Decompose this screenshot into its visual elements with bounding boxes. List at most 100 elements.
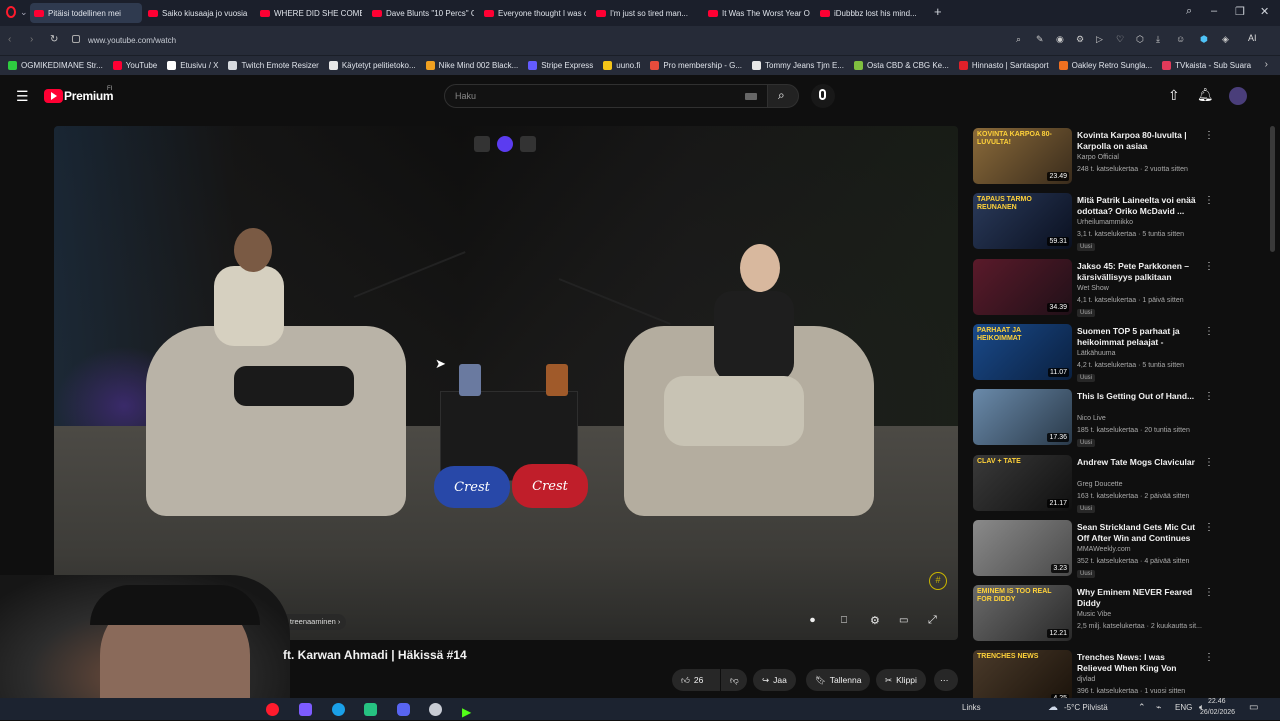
ai-button[interactable]: AI	[1248, 33, 1257, 43]
site-info-icon[interactable]	[72, 35, 80, 43]
new-tab-plus-icon[interactable]: +	[934, 4, 942, 19]
video-thumbnail[interactable]: 34.39	[973, 258, 1072, 315]
edit-icon[interactable]: ✎	[1036, 34, 1044, 45]
app3-taskbar-icon[interactable]: ▶	[462, 703, 475, 719]
recommendation-title[interactable]: Mitä Patrik Laineelta voi enää odottaa? …	[1077, 195, 1197, 217]
clock-time[interactable]: 22.46	[1208, 698, 1226, 705]
network-icon[interactable]: ⌁	[1156, 702, 1161, 713]
notifications-bell-icon[interactable]: 🔔︎	[1197, 87, 1214, 103]
video-player[interactable]: Crest Crest ➤ ja treenaaminen › # ⏺ ⎕ ⚙ …	[54, 126, 958, 640]
bookmark-item[interactable]: uuno.fi	[603, 61, 640, 70]
recommendation-item[interactable]: TAPAUS TARMO REUNANEN 59.31 Mitä Patrik La…	[973, 193, 1273, 253]
recommendation-title[interactable]: This Is Getting Out of Hand...	[1077, 391, 1197, 402]
channel-name[interactable]: Music Vibe	[1077, 611, 1111, 618]
heart-icon[interactable]: ♡	[1116, 34, 1124, 45]
fullscreen-icon[interactable]: ⤢	[928, 614, 937, 627]
bookmark-item[interactable]: Twitch Emote Resizer	[228, 61, 319, 70]
recommendation-title[interactable]: Why Eminem NEVER Feared Diddy	[1077, 587, 1197, 609]
overlay-record-button[interactable]	[520, 136, 536, 152]
channel-name[interactable]: djvlad	[1077, 676, 1095, 683]
more-options-icon[interactable]: ⋮	[1204, 326, 1214, 337]
clock-date[interactable]: 26/02/2026	[1200, 709, 1235, 716]
language-indicator[interactable]: ENG	[1175, 703, 1192, 712]
notification-center-icon[interactable]: ▭	[1249, 702, 1258, 713]
youtube-logo-icon[interactable]	[44, 89, 63, 103]
bookmark-item[interactable]: TVkaista - Sub Suara	[1162, 61, 1251, 70]
recommendation-item[interactable]: PARHAAT JA HEIKOIMMAT 11.07 Suomen TOP 5 p…	[973, 323, 1273, 384]
recommendation-item[interactable]: CLAV + TATE 21.17 Andrew Tate Mogs Clavicu…	[973, 454, 1273, 515]
tab[interactable]: WHERE DID SHE COME FI	[256, 3, 362, 23]
recommendation-title[interactable]: Jakso 45: Pete Parkkonen – kärsivällisyy…	[1077, 261, 1197, 283]
wallet-icon[interactable]: ◈	[1222, 34, 1229, 45]
subtitles-icon[interactable]: ⎕	[841, 615, 847, 626]
video-thumbnail[interactable]: TAPAUS TARMO REUNANEN 59.31	[973, 193, 1072, 250]
discord-taskbar-icon[interactable]	[397, 703, 410, 716]
settings-icon[interactable]: ⚙	[1076, 34, 1084, 45]
opera-taskbar-icon[interactable]	[266, 703, 279, 716]
channel-name[interactable]: MMAWeekly.com	[1077, 546, 1131, 553]
more-options-icon[interactable]: ⋮	[1204, 130, 1214, 141]
bookmark-item[interactable]: Pro membership - G...	[650, 61, 742, 70]
tab-active[interactable]: Pitäisi todellinen mei	[30, 3, 142, 23]
snapshot-icon[interactable]: ◉	[1056, 34, 1064, 45]
channel-name[interactable]: Urheilumammikko	[1077, 219, 1133, 226]
bookmark-item[interactable]: Etusivu / X	[167, 61, 218, 70]
dislike-button[interactable]: 👎︎	[721, 669, 747, 691]
tab[interactable]: Saiko kiusaaja jo vuosia K	[144, 3, 250, 23]
like-button[interactable]: 👍︎ 26	[672, 669, 720, 691]
tab[interactable]: Dave Blunts "10 Percs" CO	[368, 3, 474, 23]
channel-name[interactable]: Wet Show	[1077, 285, 1109, 292]
bookmark-item[interactable]: Hinnasto | Santasport	[958, 61, 1049, 70]
tab-search-icon[interactable]: ⌄	[20, 7, 28, 18]
close-window-icon[interactable]: ✕	[1260, 5, 1269, 18]
recommendation-title[interactable]: Trenches News: I was Relieved When King …	[1077, 652, 1197, 675]
more-options-icon[interactable]: ⋮	[1204, 587, 1214, 598]
app2-taskbar-icon[interactable]	[429, 703, 442, 716]
zoom-icon[interactable]: ⌕	[1016, 34, 1021, 45]
upload-icon[interactable]: ⇧	[1168, 87, 1180, 104]
download-icon[interactable]: ⤓	[1156, 34, 1160, 45]
recommendation-item[interactable]: EMINEM IS TOO REAL FOR DIDDY 12.21 Why Emi…	[973, 585, 1273, 645]
recommendation-title[interactable]: Sean Strickland Gets Mic Cut Off After W…	[1077, 522, 1197, 544]
theater-mode-icon[interactable]: ▭	[899, 615, 908, 626]
edge-taskbar-icon[interactable]	[332, 703, 345, 716]
bookmark-item[interactable]: Oakley Retro Sungla...	[1058, 61, 1152, 70]
search-button[interactable]: ⌕	[767, 84, 799, 108]
url-field[interactable]: www.youtube.com/watch	[88, 33, 1188, 49]
opera-logo-icon[interactable]	[6, 6, 16, 18]
app-taskbar-icon[interactable]	[299, 703, 312, 716]
tab[interactable]: Everyone thought I was cr	[480, 3, 586, 23]
tray-chevron-icon[interactable]: ⌃	[1138, 702, 1146, 713]
more-options-icon[interactable]: ⋮	[1204, 652, 1214, 663]
sidebar-scrollbar[interactable]	[1270, 126, 1275, 252]
menu-icon[interactable]: ☰	[16, 88, 29, 105]
recommendation-item[interactable]: 34.39 Jakso 45: Pete Parkkonen – kärsiväl…	[973, 258, 1273, 319]
more-options-icon[interactable]: ⋮	[1204, 391, 1214, 402]
recommendation-title[interactable]: Andrew Tate Mogs Clavicular	[1077, 457, 1197, 468]
play-icon[interactable]: ▷	[1096, 34, 1103, 45]
tab[interactable]: iDubbbz lost his mind...	[816, 3, 926, 23]
profile-icon[interactable]: ☺	[1176, 34, 1185, 44]
bookmark-item[interactable]: Tommy Jeans Tjm E...	[752, 61, 844, 70]
recommendation-title[interactable]: Suomen TOP 5 parhaat ja heikoimmat pelaa…	[1077, 326, 1197, 349]
tab[interactable]: It Was The Worst Year Of	[704, 3, 810, 23]
bookmark-item[interactable]: OGMIKEDIMANE Str...	[8, 61, 103, 70]
more-options-icon[interactable]: ⋮	[1204, 261, 1214, 272]
video-thumbnail[interactable]: PARHAAT JA HEIKOIMMAT 11.07	[973, 323, 1072, 380]
recommendation-title[interactable]: Kovinta Karpoa 80-luvulta | Karpolla on …	[1077, 130, 1197, 152]
keyboard-icon[interactable]	[745, 93, 757, 100]
bookmark-item[interactable]: Käytetyt pelitietoko...	[328, 61, 416, 70]
more-actions-button[interactable]: ⋯	[934, 669, 958, 691]
cube-icon[interactable]: ⬡	[1136, 34, 1144, 45]
maximize-icon[interactable]: ❐	[1235, 5, 1245, 18]
channel-name[interactable]: Greg Doucette	[1077, 481, 1123, 488]
video-thumbnail[interactable]: CLAV + TATE 21.17	[973, 454, 1072, 511]
recommendation-item[interactable]: 3.23 Sean Strickland Gets Mic Cut Off Aft…	[973, 519, 1273, 580]
bookmark-item[interactable]: Nike Mind 002 Black...	[425, 61, 518, 70]
links-label[interactable]: Links	[962, 703, 981, 712]
forward-icon[interactable]: ›	[30, 34, 33, 45]
share-button[interactable]: ↪ Jaa	[753, 669, 796, 691]
bookmark-item[interactable]: YouTube	[112, 61, 157, 70]
bookmarks-overflow-icon[interactable]: ›	[1265, 59, 1268, 70]
bookmark-item[interactable]: Stripe Express	[528, 61, 593, 70]
